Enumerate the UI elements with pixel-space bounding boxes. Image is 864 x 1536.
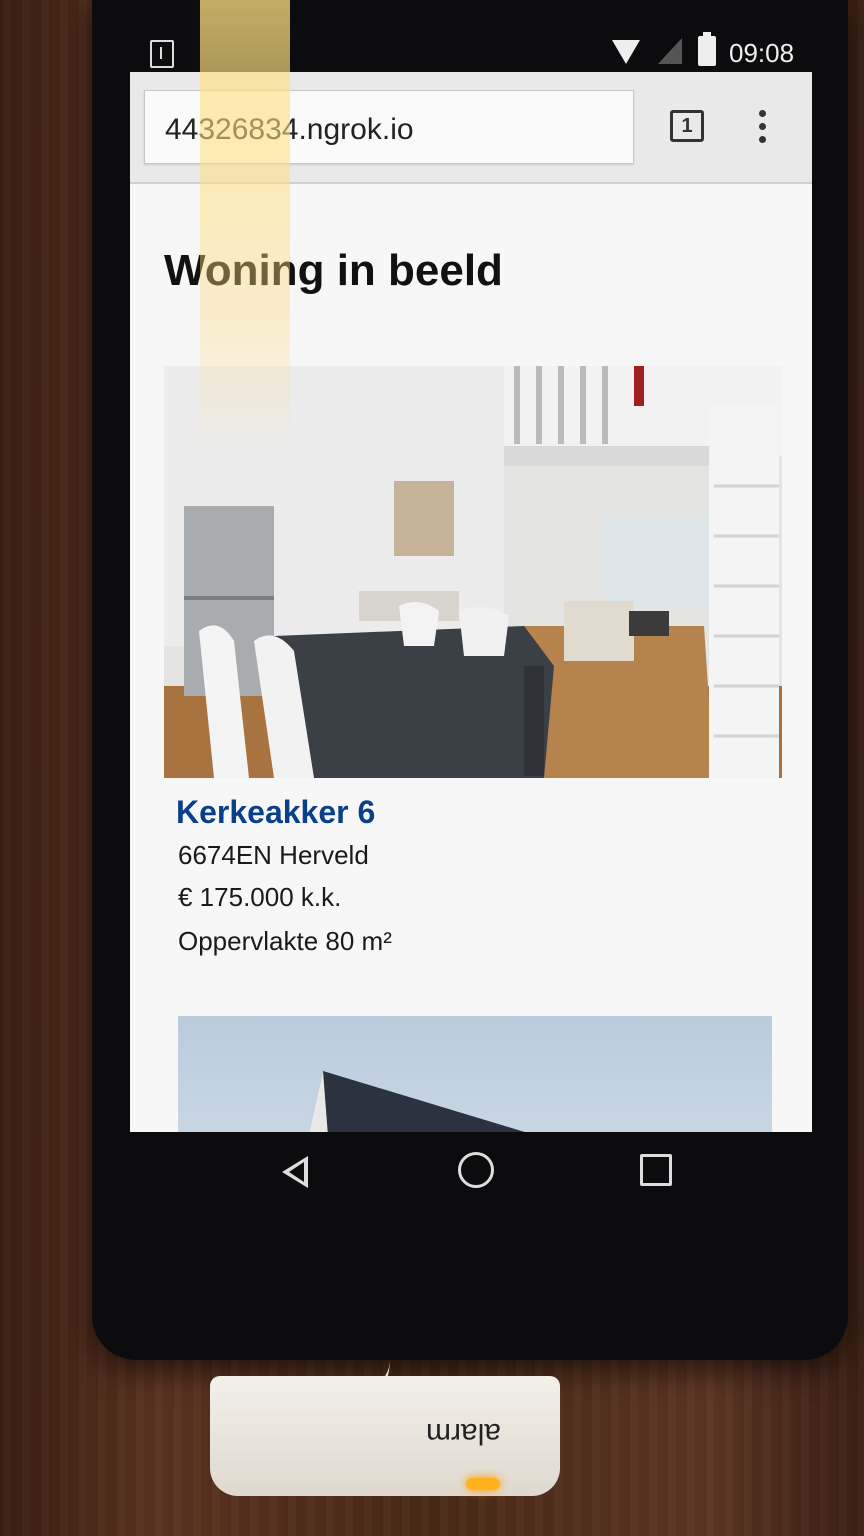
recents-icon[interactable]	[640, 1154, 672, 1186]
listing-price: € 175.000 k.k.	[178, 882, 342, 912]
status-time: 09:08	[729, 38, 795, 68]
web-page: Woning in beeld Kerkeakker 6 6674EN Herv…	[130, 184, 812, 1132]
next-listing-photo[interactable]	[178, 1016, 772, 1132]
android-nav-bar	[92, 1132, 848, 1212]
house-roof-image	[308, 1071, 525, 1132]
listing-photo[interactable]	[164, 366, 782, 778]
status-led	[466, 1478, 500, 1490]
signal-icon	[658, 38, 682, 64]
url-text: 44326834.ngrok.io	[165, 113, 414, 146]
phone-device: 09:08 44326834.ngrok.io 1 Woning in beel…	[92, 0, 848, 1360]
download-icon	[150, 40, 174, 68]
listing-address-link[interactable]: Kerkeakker 6	[176, 794, 375, 831]
alarm-dock: alarm	[210, 1376, 560, 1496]
more-vert-icon[interactable]	[756, 110, 768, 150]
browser-toolbar: 44326834.ngrok.io 1	[130, 72, 812, 184]
home-icon[interactable]	[458, 1152, 494, 1188]
page-title: Woning in beeld	[164, 246, 503, 295]
browser-screen: 44326834.ngrok.io 1 Woning in beeld Kerk…	[130, 72, 812, 1132]
wifi-icon	[612, 40, 640, 64]
listing-postcode-city: 6674EN Herveld	[178, 840, 369, 870]
interior-image	[164, 366, 782, 778]
listing-area: Oppervlakte 80 m²	[178, 926, 392, 956]
address-bar[interactable]: 44326834.ngrok.io	[144, 90, 634, 164]
status-bar: 09:08	[92, 0, 848, 72]
dock-label: alarm	[426, 1417, 502, 1450]
tab-switcher-button[interactable]: 1	[670, 110, 704, 142]
back-icon[interactable]	[282, 1156, 308, 1188]
battery-charging-icon	[698, 32, 716, 66]
